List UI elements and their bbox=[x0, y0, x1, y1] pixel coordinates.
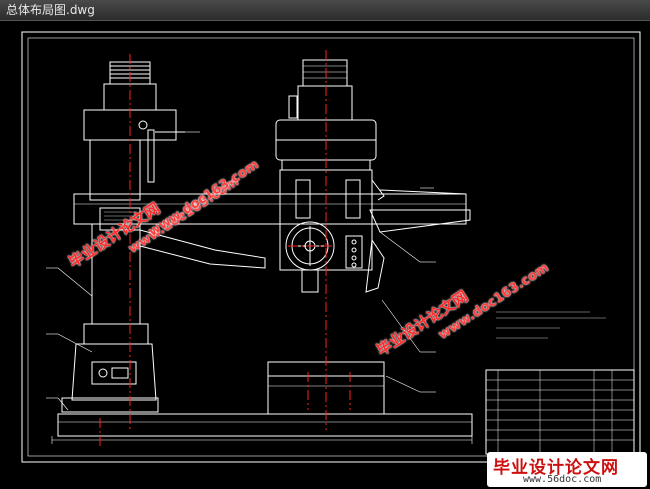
head-motor-body bbox=[297, 85, 353, 121]
head-motor-top bbox=[302, 59, 348, 87]
outer-column-upper bbox=[89, 139, 141, 201]
machine-base bbox=[57, 413, 473, 437]
drawing-canvas[interactable]: 毕业设计论文网 www.doc163.com 毕业设计论文网 www.doc16… bbox=[0, 21, 650, 489]
window-title: 总体布局图.dwg bbox=[6, 3, 95, 17]
badge-url: www.56doc.com bbox=[523, 474, 602, 485]
window-titlebar[interactable]: 总体布局图.dwg bbox=[0, 0, 650, 21]
spindle bbox=[301, 269, 319, 293]
inner-frame bbox=[27, 37, 635, 457]
column-base-housing bbox=[71, 343, 157, 401]
site-badge: 毕业设计论文网 www.56doc.com bbox=[487, 452, 647, 487]
